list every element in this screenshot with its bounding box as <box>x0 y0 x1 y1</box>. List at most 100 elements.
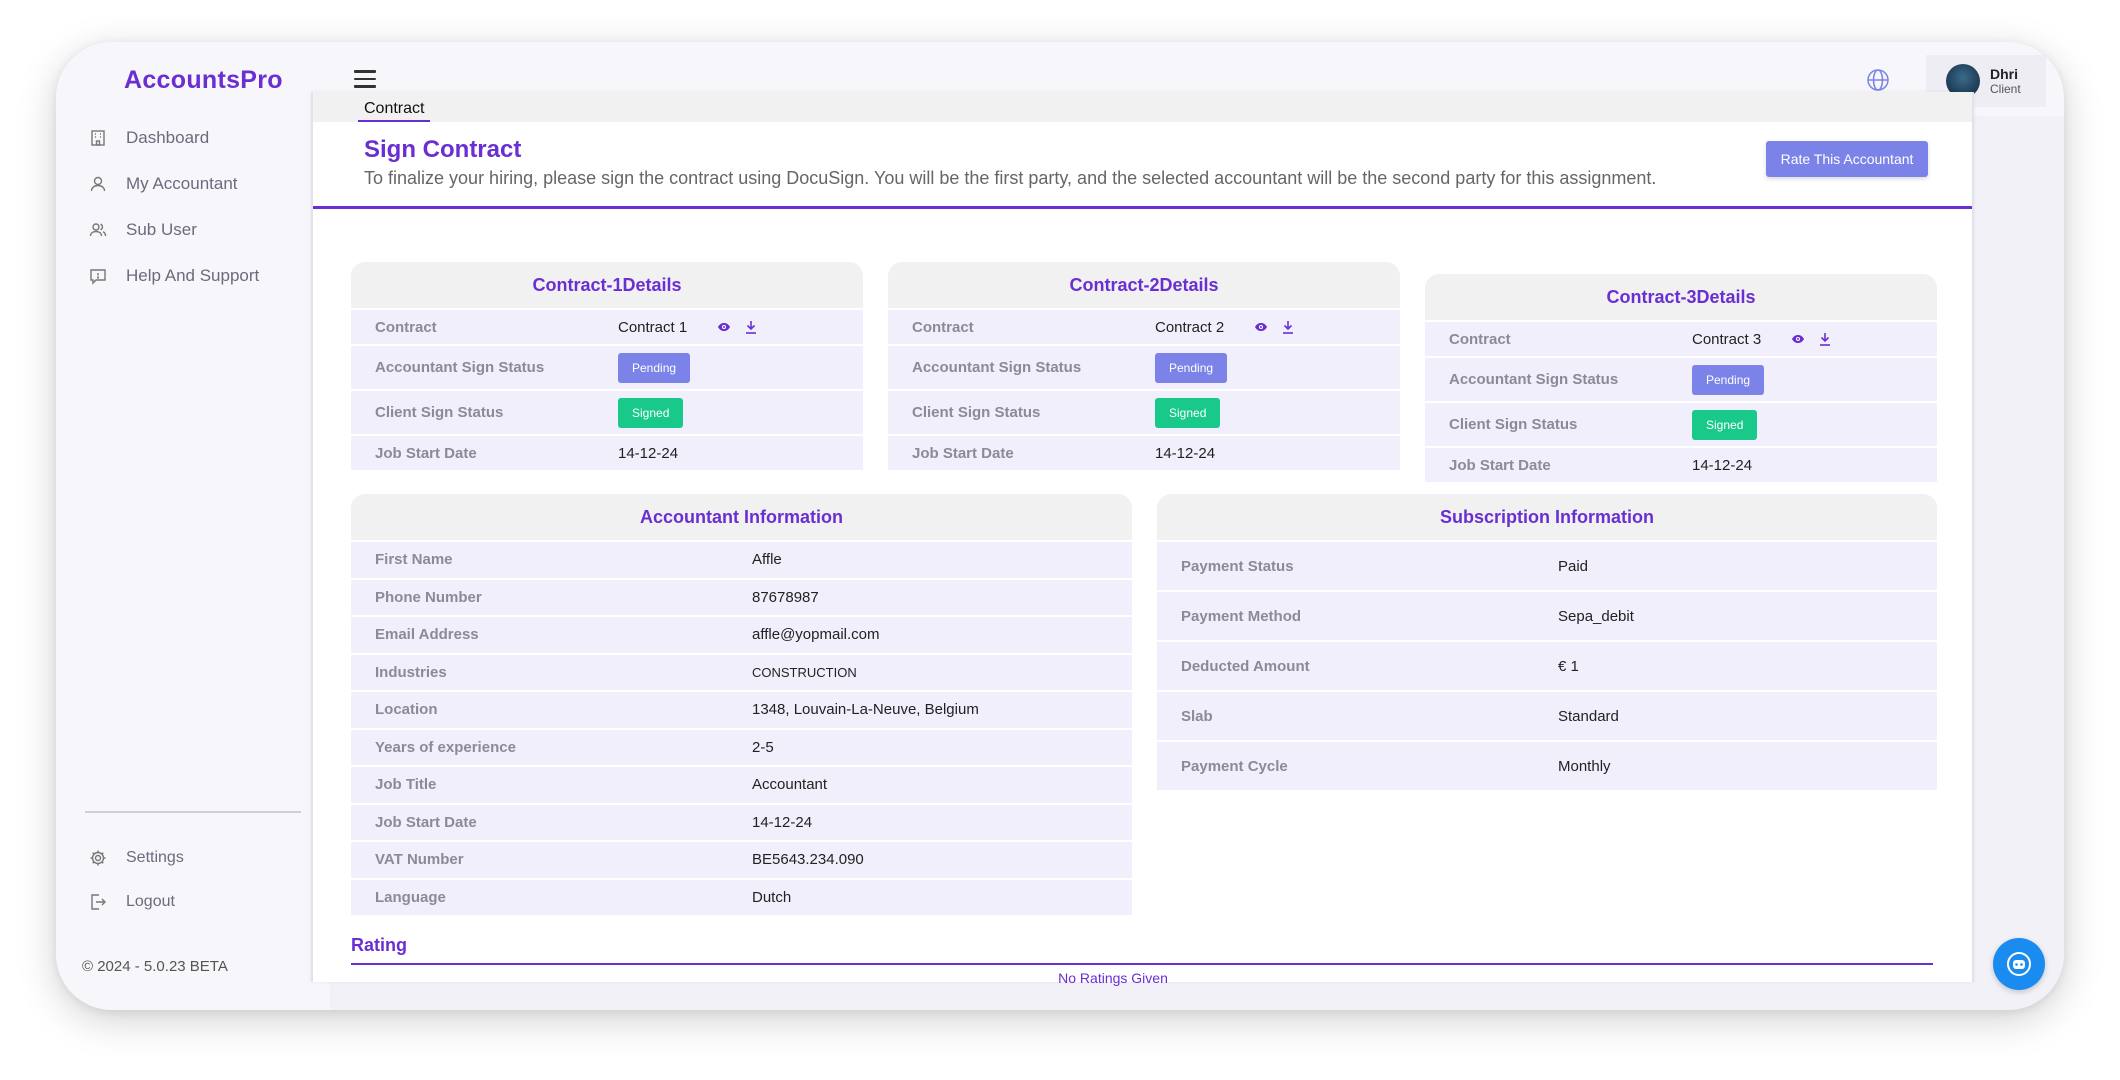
info-row: VAT Number BE5643.234.090 <box>351 840 1132 878</box>
rating-title: Rating <box>351 935 407 955</box>
row-label: Job Start Date <box>375 813 477 831</box>
row-label: Job Start Date <box>375 444 477 462</box>
row-value: 87678987 <box>752 588 819 606</box>
row-value: Paid <box>1558 557 1589 575</box>
globe-icon[interactable] <box>1864 66 1892 94</box>
row-value: Sepa_debit <box>1558 607 1634 625</box>
sidebar-item-help-and-support[interactable]: Help And Support <box>88 260 259 292</box>
rate-accountant-button[interactable]: Rate This Accountant <box>1766 141 1928 177</box>
row-label: Payment Status <box>1181 557 1294 575</box>
contract-row: Contract Contract 2 <box>888 308 1400 344</box>
row-label: Contract <box>1449 330 1511 348</box>
row-label: Slab <box>1181 707 1213 725</box>
page-description: To finalize your hiring, please sign the… <box>364 168 1657 188</box>
sidebar-item-settings[interactable]: Settings <box>88 842 184 874</box>
row-label: Client Sign Status <box>375 404 504 421</box>
row-label: Accountant Sign Status <box>375 359 545 376</box>
logout-icon <box>88 892 108 912</box>
panel-title: Subscription Information <box>1157 494 1937 540</box>
sidebar: AccountsPro Dashboard My Accountant Sub … <box>56 42 330 1010</box>
user-role: Client <box>1990 82 2021 96</box>
hamburger-menu-icon[interactable] <box>354 70 376 88</box>
accountant-info-panel: Accountant Information First Name Affle P… <box>351 494 1132 915</box>
info-row: Email Address affle@yopmail.com <box>351 615 1132 653</box>
row-value: CONSTRUCTION <box>752 664 857 680</box>
page-title: Sign Contract <box>364 136 522 163</box>
tab-bar: Contract <box>313 92 1972 122</box>
sidebar-item-dashboard[interactable]: Dashboard <box>88 122 209 154</box>
row-label: Accountant Sign Status <box>1449 371 1619 388</box>
user-icon <box>88 174 108 194</box>
contract-name: Contract 2 <box>1155 318 1225 336</box>
row-value: € 1 <box>1558 657 1579 675</box>
sidebar-item-my-accountant[interactable]: My Accountant <box>88 168 238 200</box>
info-row: Years of experience 2-5 <box>351 727 1132 765</box>
sidebar-item-label: Sub User <box>126 220 197 239</box>
sidebar-item-label: Logout <box>126 893 175 910</box>
user-name: Dhri <box>1990 66 2018 82</box>
info-row: Job Title Accountant <box>351 765 1132 803</box>
contract-name: Contract 1 <box>618 318 688 336</box>
client-sign-row: Client Sign Status Signed <box>351 389 863 434</box>
row-label: Language <box>375 888 446 906</box>
support-chat-button[interactable] <box>1993 938 2045 990</box>
sidebar-item-label: My Accountant <box>126 174 238 193</box>
info-row: Payment Method Sepa_debit <box>1157 590 1937 640</box>
sidebar-item-label: Help And Support <box>126 266 260 285</box>
view-eye-icon[interactable] <box>1791 334 1805 344</box>
contract-name: Contract 3 <box>1692 330 1762 348</box>
sidebar-item-label: Dashboard <box>126 128 210 147</box>
row-value: affle@yopmail.com <box>752 626 880 644</box>
row-label: Location <box>375 701 438 719</box>
row-label: Contract <box>912 318 974 336</box>
row-label: Client Sign Status <box>1449 416 1578 433</box>
row-label: Payment Cycle <box>1181 757 1288 775</box>
app-logo[interactable]: AccountsPro <box>124 66 283 95</box>
download-icon[interactable] <box>745 320 757 334</box>
row-value: 1348, Louvain-La-Neuve, Belgium <box>752 701 979 719</box>
row-label: Job Start Date <box>912 444 1014 462</box>
download-icon[interactable] <box>1819 332 1831 346</box>
sidebar-item-logout[interactable]: Logout <box>88 886 175 918</box>
contract-panel-title: Contract-2Details <box>888 262 1400 308</box>
row-value: 14-12-24 <box>618 444 679 462</box>
contract-card: Contract Sign Contract To finalize your … <box>311 92 1974 986</box>
row-label: Industries <box>375 663 447 681</box>
row-value: 14-12-24 <box>752 813 813 831</box>
row-label: Phone Number <box>375 588 482 606</box>
building-icon <box>88 128 108 148</box>
client-sign-row: Client Sign Status Signed <box>1425 401 1937 446</box>
view-eye-icon[interactable] <box>717 322 731 332</box>
download-icon[interactable] <box>1282 320 1294 334</box>
row-label: VAT Number <box>375 851 464 869</box>
contract-2-panel: Contract-2Details Contract Contract 2 Ac… <box>888 262 1400 470</box>
info-row: Deducted Amount € 1 <box>1157 640 1937 690</box>
view-eye-icon[interactable] <box>1254 322 1268 332</box>
row-value: Dutch <box>752 888 792 906</box>
panel-title: Accountant Information <box>351 494 1132 540</box>
status-badge: Signed <box>1155 397 1221 428</box>
info-row: Payment Cycle Monthly <box>1157 740 1937 790</box>
info-row: Language Dutch <box>351 877 1132 915</box>
status-badge: Pending <box>1155 352 1228 383</box>
row-label: Client Sign Status <box>912 404 1041 421</box>
row-label: Job Start Date <box>1449 456 1551 474</box>
row-value: Affle <box>752 551 782 569</box>
sidebar-item-sub-user[interactable]: Sub User <box>88 214 197 246</box>
header-divider <box>313 206 1972 209</box>
row-label: Email Address <box>375 626 479 644</box>
row-value: 14-12-24 <box>1692 456 1753 474</box>
gear-icon <box>88 848 108 868</box>
status-badge: Pending <box>618 352 691 383</box>
users-icon <box>88 220 108 240</box>
status-badge: Signed <box>1692 409 1758 440</box>
contract-row: Contract Contract 1 <box>351 308 863 344</box>
tab-contract[interactable]: Contract <box>358 100 431 122</box>
contract-3-panel: Contract-3Details Contract Contract 3 Ac… <box>1425 274 1937 482</box>
accountant-sign-row: Accountant Sign Status Pending <box>1425 356 1937 401</box>
accountant-sign-row: Accountant Sign Status Pending <box>351 344 863 389</box>
row-label: First Name <box>375 551 453 569</box>
info-row: Phone Number 87678987 <box>351 577 1132 615</box>
row-value: Monthly <box>1558 757 1611 775</box>
row-value: BE5643.234.090 <box>752 851 864 869</box>
